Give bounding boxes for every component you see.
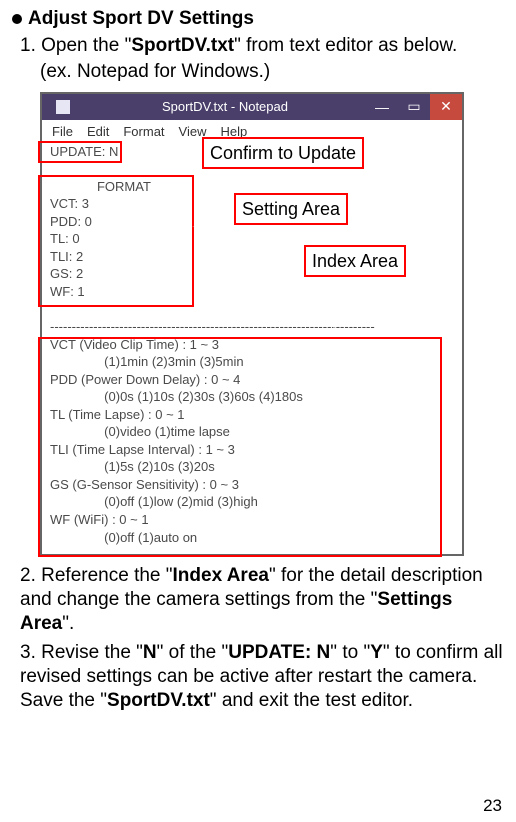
filename-bold: SportDV.txt xyxy=(131,35,234,56)
text: " of the " xyxy=(157,642,229,663)
step-1-sub: (ex. Notepad for Windows.) xyxy=(40,60,506,84)
page-number: 23 xyxy=(483,796,502,816)
annot-label-confirm: Confirm to Update xyxy=(202,137,364,169)
notepad-window: SportDV.txt - Notepad — ▭ ✕ File Edit Fo… xyxy=(40,92,464,557)
step-3: 3. Revise the "N" of the "UPDATE: N" to … xyxy=(20,641,506,712)
bullet-icon xyxy=(12,14,22,24)
heading-row: Adjust Sport DV Settings xyxy=(12,8,506,30)
callout-arrow xyxy=(326,275,342,331)
text: " from text editor as below. xyxy=(234,35,457,56)
titlebar: SportDV.txt - Notepad — ▭ ✕ xyxy=(42,94,462,120)
annot-label-setting: Setting Area xyxy=(234,193,348,225)
minimize-button[interactable]: — xyxy=(366,94,398,120)
app-icon xyxy=(56,100,70,114)
callout-arrow xyxy=(122,145,202,161)
app-icon-slot xyxy=(42,100,84,114)
window-title: SportDV.txt - Notepad xyxy=(84,99,366,114)
text: 2. Reference the " xyxy=(20,565,173,586)
bold: SportDV.txt xyxy=(107,690,210,711)
text: 3. Revise the " xyxy=(20,642,143,663)
menu-format[interactable]: Format xyxy=(123,124,164,139)
separator-line: ----------------------------------------… xyxy=(50,318,454,336)
page-heading: Adjust Sport DV Settings xyxy=(28,8,254,30)
menu-edit[interactable]: Edit xyxy=(87,124,109,139)
bold: N xyxy=(143,642,157,663)
text: " and exit the test editor. xyxy=(210,690,413,711)
bold: Y xyxy=(370,642,383,663)
text: 1. Open the " xyxy=(20,35,131,56)
maximize-button[interactable]: ▭ xyxy=(398,94,430,120)
close-button[interactable]: ✕ xyxy=(430,94,462,120)
step-2: 2. Reference the "Index Area" for the de… xyxy=(20,564,506,635)
menu-file[interactable]: File xyxy=(52,124,73,139)
annot-box-index xyxy=(38,337,442,557)
bold: UPDATE: N xyxy=(228,642,330,663)
text: " to " xyxy=(330,642,370,663)
text: ". xyxy=(62,613,74,634)
notepad-body: UPDATE: N FORMAT VCT: 3 PDD: 0 TL: 0 TLI… xyxy=(42,143,462,555)
step-1: 1. Open the "SportDV.txt" from text edit… xyxy=(20,34,506,58)
document-page: Adjust Sport DV Settings 1. Open the "Sp… xyxy=(0,0,516,822)
annot-label-index: Index Area xyxy=(304,245,406,277)
window-buttons: — ▭ ✕ xyxy=(366,94,462,120)
annot-box-settings xyxy=(38,175,194,307)
annot-box-update xyxy=(38,141,122,163)
bold: Index Area xyxy=(173,565,269,586)
